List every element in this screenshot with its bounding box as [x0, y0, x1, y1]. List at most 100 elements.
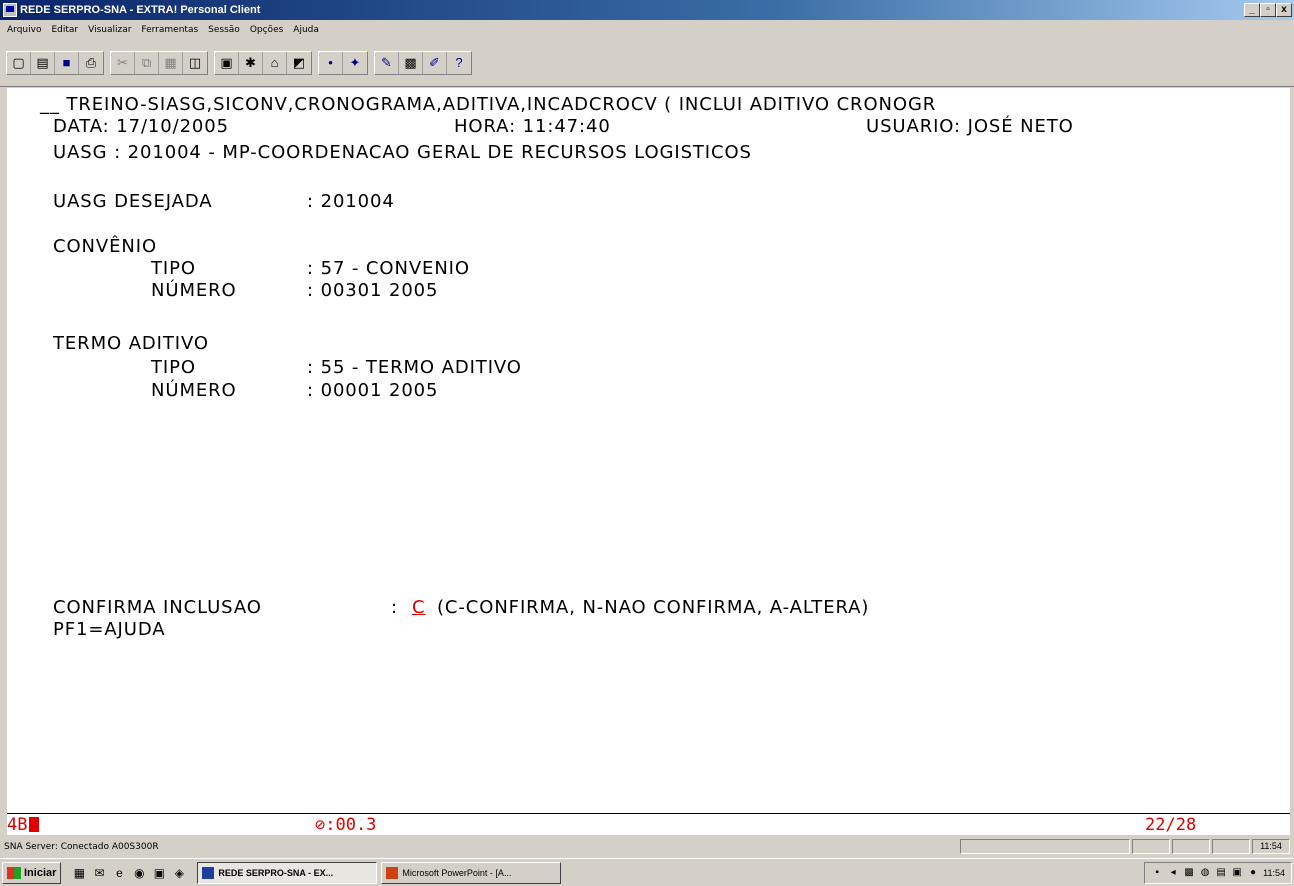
- media-icon[interactable]: ◉: [131, 865, 147, 881]
- oia-indicator: 4B: [7, 815, 28, 835]
- menu-visualizar[interactable]: Visualizar: [83, 25, 136, 35]
- termo-numero-label: NÚMERO: [151, 380, 237, 401]
- uasg-desejada-value[interactable]: : 201004: [307, 191, 395, 213]
- volume-icon[interactable]: ◂: [1167, 867, 1179, 879]
- paste-icon[interactable]: ▦: [159, 51, 183, 74]
- new-icon[interactable]: ▢: [7, 51, 31, 74]
- menu-ferramentas[interactable]: Ferramentas: [136, 25, 203, 35]
- pf1-help: PF1=AJUDA: [53, 619, 166, 640]
- window-title: REDE SERPRO-SNA - EXTRA! Personal Client: [20, 4, 261, 16]
- date-field: DATA: 17/10/2005: [53, 116, 229, 137]
- outlook-icon[interactable]: ✉: [91, 865, 107, 881]
- select-icon[interactable]: ◫: [183, 51, 207, 74]
- connect-icon[interactable]: •: [319, 51, 343, 74]
- confirma-label: CONFIRMA INCLUSAO: [53, 597, 262, 618]
- keyboard-icon[interactable]: ✐: [423, 51, 447, 74]
- tools-icon[interactable]: ✱: [239, 51, 263, 74]
- confirma-input[interactable]: C: [412, 597, 425, 619]
- tray-app-icon[interactable]: ●: [1247, 867, 1259, 879]
- oia-timer: ⊘:00.3: [315, 815, 377, 835]
- convenio-header: CONVÊNIO: [53, 236, 158, 257]
- window-controls: _ ▫ x: [1244, 3, 1292, 17]
- system-tray: ▪ ◂ ▩ ◍ ▤ ▣ ● 11:54: [1144, 861, 1292, 884]
- app-icon[interactable]: ▣: [151, 865, 167, 881]
- status-cell: [1172, 839, 1210, 854]
- screen-header-line: __ TREINO-SIASG,SICONV,CRONOGRAMA,ADITIV…: [40, 94, 937, 115]
- oia-cursor-position: 22/28: [1145, 815, 1197, 835]
- operator-info-area: 4B ⊘:00.3 22/28: [7, 813, 1290, 835]
- menu-bar: Arquivo Editar Visualizar Ferramentas Se…: [0, 20, 1294, 39]
- termo-numero-value[interactable]: : 00001 2005: [307, 380, 438, 402]
- powerpoint-icon: [386, 866, 399, 879]
- cut-icon[interactable]: ✂: [111, 51, 135, 74]
- confirma-options: (C-CONFIRMA, N-NAO CONFIRMA, A-ALTERA): [437, 597, 870, 618]
- toolbar-group-file: ▢ ▤ ■ ⎙: [6, 50, 104, 75]
- save-icon[interactable]: ■: [55, 51, 79, 74]
- status-cell: [1132, 839, 1170, 854]
- convenio-numero-value[interactable]: : 00301 2005: [307, 280, 438, 302]
- copy-icon[interactable]: ⧉: [135, 51, 159, 74]
- properties-icon[interactable]: ✎: [375, 51, 399, 74]
- tray-app-icon[interactable]: ◍: [1199, 867, 1211, 879]
- taskbar-item-label: REDE SERPRO-SNA - EX...: [218, 867, 334, 878]
- app-icon[interactable]: ◈: [171, 865, 187, 881]
- network-icon[interactable]: ▪: [1151, 867, 1163, 879]
- window-titlebar[interactable]: REDE SERPRO-SNA - EXTRA! Personal Client…: [0, 0, 1294, 20]
- tray-app-icon[interactable]: ▩: [1183, 867, 1195, 879]
- toolbar-group-options: ✎ ▩ ✐ ?: [374, 50, 472, 75]
- user-field: USUARIO: JOSÉ NETO: [866, 116, 1074, 137]
- display-icon[interactable]: ▩: [399, 51, 423, 74]
- convenio-numero-label: NÚMERO: [151, 280, 237, 301]
- menu-opcoes[interactable]: Opções: [245, 25, 288, 35]
- confirma-colon: :: [391, 597, 398, 618]
- toolbar-group-tools: ▣ ✱ ⌂ ◩: [214, 50, 312, 75]
- windows-flag-icon: [7, 866, 21, 879]
- tray-clock: 11:54: [1263, 867, 1285, 878]
- termo-tipo-label: TIPO: [151, 357, 196, 378]
- start-label: Iniciar: [24, 866, 57, 879]
- terminal-screen[interactable]: __ TREINO-SIASG,SICONV,CRONOGRAMA,ADITIV…: [0, 88, 1294, 813]
- minimize-button[interactable]: _: [1244, 3, 1260, 17]
- quick-launch: ▦ ✉ e ◉ ▣ ◈: [71, 865, 187, 881]
- settings-icon[interactable]: ◩: [287, 51, 311, 74]
- uasg-desejada-label: UASG DESEJADA: [53, 191, 213, 212]
- uasg-line: UASG : 201004 - MP-COORDENACAO GERAL DE …: [53, 142, 752, 163]
- terminal-app-icon: [3, 3, 17, 17]
- desktop-icon[interactable]: ▦: [71, 865, 87, 881]
- termo-tipo-value[interactable]: : 55 - TERMO ADITIVO: [307, 357, 522, 379]
- close-button[interactable]: x: [1276, 3, 1292, 17]
- status-cell: [1212, 839, 1250, 854]
- help-icon[interactable]: ?: [447, 51, 471, 74]
- termo-aditivo-header: TERMO ADITIVO: [53, 333, 209, 354]
- menu-ajuda[interactable]: Ajuda: [288, 25, 324, 35]
- convenio-tipo-value[interactable]: : 57 - CONVENIO: [307, 258, 470, 280]
- taskbar-item-terminal[interactable]: REDE SERPRO-SNA - EX...: [197, 861, 378, 884]
- terminal-icon: [202, 866, 215, 879]
- status-text: SNA Server: Conectado A00S300R: [4, 841, 159, 852]
- menu-editar[interactable]: Editar: [46, 25, 83, 35]
- open-icon[interactable]: ▤: [31, 51, 55, 74]
- taskbar-item-label: Microsoft PowerPoint - [A...: [402, 867, 512, 878]
- status-time: 11:54: [1252, 839, 1290, 854]
- print-icon[interactable]: ⎙: [79, 51, 103, 74]
- edit-icon[interactable]: ▣: [215, 51, 239, 74]
- tray-app-icon[interactable]: ▣: [1231, 867, 1243, 879]
- oia-cursor-block: [29, 817, 39, 832]
- status-cell: [960, 839, 1130, 854]
- toolbar: ▢ ▤ ■ ⎙ ✂ ⧉ ▦ ◫ ▣ ✱ ⌂ ◩ • ✦ ✎ ▩ ✐ ?: [0, 39, 1294, 87]
- taskbar-item-powerpoint[interactable]: Microsoft PowerPoint - [A...: [381, 861, 562, 884]
- toolbar-group-edit: ✂ ⧉ ▦ ◫: [110, 50, 208, 75]
- taskbar: Iniciar ▦ ✉ e ◉ ▣ ◈ REDE SERPRO-SNA - EX…: [0, 858, 1294, 886]
- menu-sessao[interactable]: Sessão: [203, 25, 245, 35]
- macro-icon[interactable]: ⌂: [263, 51, 287, 74]
- status-bar: SNA Server: Conectado A00S300R 11:54: [0, 836, 1294, 857]
- convenio-tipo-label: TIPO: [151, 258, 196, 279]
- maximize-button[interactable]: ▫: [1260, 3, 1276, 17]
- start-button[interactable]: Iniciar: [2, 861, 62, 884]
- time-field: HORA: 11:47:40: [454, 116, 611, 137]
- menu-arquivo[interactable]: Arquivo: [2, 25, 46, 35]
- tray-app-icon[interactable]: ▤: [1215, 867, 1227, 879]
- toolbar-group-connection: • ✦: [318, 50, 368, 75]
- disconnect-icon[interactable]: ✦: [343, 51, 367, 74]
- ie-icon[interactable]: e: [111, 865, 127, 881]
